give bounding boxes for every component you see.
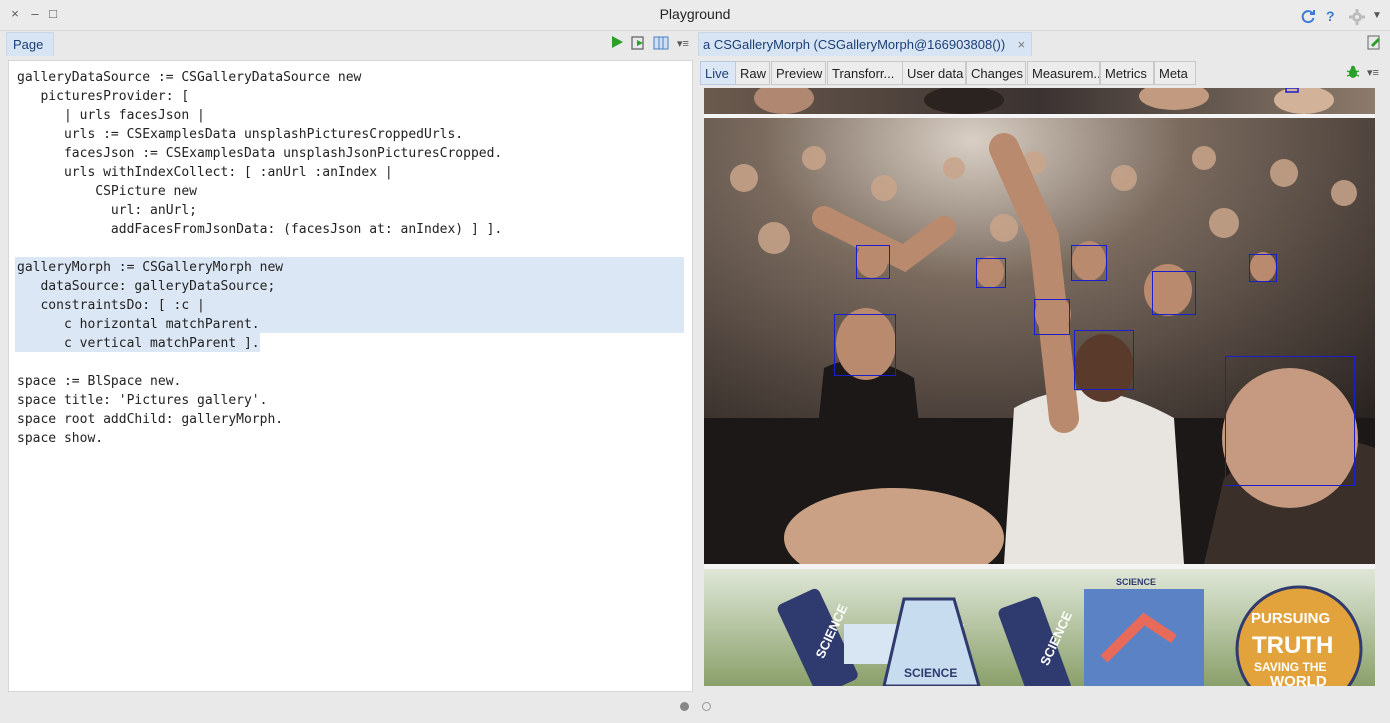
face-detection-box <box>976 258 1006 288</box>
tab-changes[interactable]: Changes <box>966 61 1026 85</box>
sticker-text-science: SCIENCE <box>1116 577 1156 587</box>
inspect-edit-icon[interactable] <box>1366 35 1384 53</box>
gallery-photo-crowd <box>704 118 1375 564</box>
left-tab-bar: Page ▾≡ <box>4 32 694 56</box>
tab-live[interactable]: Live <box>700 61 736 85</box>
face-detection-box <box>856 245 890 279</box>
code-line: c vertical matchParent ]. <box>17 336 260 351</box>
tab-raw[interactable]: Raw <box>735 61 770 85</box>
code-line: constraintsDo: [ :c | <box>17 298 205 313</box>
sticker-text-truth: TRUTH <box>1252 632 1333 659</box>
code-line: urls withIndexCollect: [ :anUrl :anIndex… <box>17 165 393 180</box>
face-detection-box <box>1071 245 1107 281</box>
sticker-text-world: WORLD <box>1270 673 1327 686</box>
code-line: space := BlSpace new. <box>17 374 182 389</box>
page-indicator <box>672 699 718 715</box>
code-line: galleryDataSource := CSGalleryDataSource… <box>17 70 362 85</box>
gallery-live-view[interactable]: SCIENCE SCIENCE SCIENCE SCIENCE PURSUING… <box>704 88 1375 686</box>
title-bar: × – □ Playground ? ▼ <box>0 0 1390 31</box>
face-detection-box <box>1034 299 1070 335</box>
face-detection-box <box>1074 330 1134 390</box>
face-detection-box <box>834 314 896 376</box>
menu-icon[interactable]: ▾≡ <box>1364 64 1382 82</box>
code-line: facesJson := CSExamplesData unsplashJson… <box>17 146 503 161</box>
page-dot[interactable] <box>702 702 711 711</box>
code-line: urls := CSExamplesData unsplashPicturesC… <box>17 127 464 142</box>
right-tab-bar: a CSGalleryMorph (CSGalleryMorph@1669038… <box>696 32 1390 56</box>
close-tab-icon[interactable]: × <box>1018 33 1026 56</box>
inspector-tab-label: a CSGalleryMorph (CSGalleryMorph@1669038… <box>703 37 1006 52</box>
columns-icon[interactable] <box>652 35 670 53</box>
tab-inspector-object[interactable]: a CSGalleryMorph (CSGalleryMorph@1669038… <box>698 32 1033 56</box>
tab-meta[interactable]: Meta <box>1154 61 1196 85</box>
code-line: | urls facesJson | <box>17 108 205 123</box>
tab-transformations[interactable]: Transforr... <box>827 61 903 85</box>
help-icon[interactable]: ? <box>1326 8 1335 24</box>
code-line: galleryMorph := CSGalleryMorph new <box>17 260 284 275</box>
code-line: c horizontal matchParent. <box>17 317 260 332</box>
play-inspect-icon[interactable] <box>630 35 648 53</box>
menu-icon[interactable]: ▾≡ <box>674 35 692 53</box>
code-line: space show. <box>17 431 104 446</box>
face-detection-box <box>1225 356 1355 486</box>
gallery-photo-signs: SCIENCE SCIENCE SCIENCE SCIENCE PURSUING… <box>704 569 1375 686</box>
code-line: addFacesFromJsonData: (facesJson at: anI… <box>17 222 503 237</box>
window-title: Playground <box>659 6 731 22</box>
gallery-photo-top <box>704 88 1375 114</box>
refresh-icon[interactable] <box>1300 8 1316 27</box>
tab-preview[interactable]: Preview <box>771 61 826 85</box>
bug-icon[interactable] <box>1344 64 1362 82</box>
code-line: url: anUrl; <box>17 203 198 218</box>
face-detection-box <box>1152 271 1196 315</box>
code-line: space title: 'Pictures gallery'. <box>17 393 268 408</box>
tab-metrics[interactable]: Metrics <box>1100 61 1154 85</box>
code-text[interactable]: galleryDataSource := CSGalleryDataSource… <box>17 68 502 448</box>
left-toolbar: ▾≡ <box>608 35 692 53</box>
sticker-text-saving: SAVING THE <box>1254 660 1326 674</box>
sticker-text-science: SCIENCE <box>904 666 957 680</box>
page-dot-active[interactable] <box>680 702 689 711</box>
chevron-down-icon[interactable]: ▼ <box>1372 8 1382 24</box>
sticker-text-pursuing: PURSUING <box>1251 610 1330 627</box>
inspector-view-tabs: Live Raw Preview Transforr... User data … <box>700 61 1388 85</box>
tab-measurements[interactable]: Measurem... <box>1027 61 1100 85</box>
play-icon[interactable] <box>608 35 626 53</box>
code-line: picturesProvider: [ <box>17 89 190 104</box>
tab-page[interactable]: Page <box>6 32 54 56</box>
tab-user-data[interactable]: User data <box>902 61 966 85</box>
gear-icon[interactable] <box>1348 8 1366 29</box>
face-detection-box <box>1249 254 1277 282</box>
code-editor[interactable]: galleryDataSource := CSGalleryDataSource… <box>8 60 693 692</box>
code-line: dataSource: galleryDataSource; <box>17 279 276 294</box>
code-line: space root addChild: galleryMorph. <box>17 412 284 427</box>
code-line: CSPicture new <box>17 184 198 199</box>
